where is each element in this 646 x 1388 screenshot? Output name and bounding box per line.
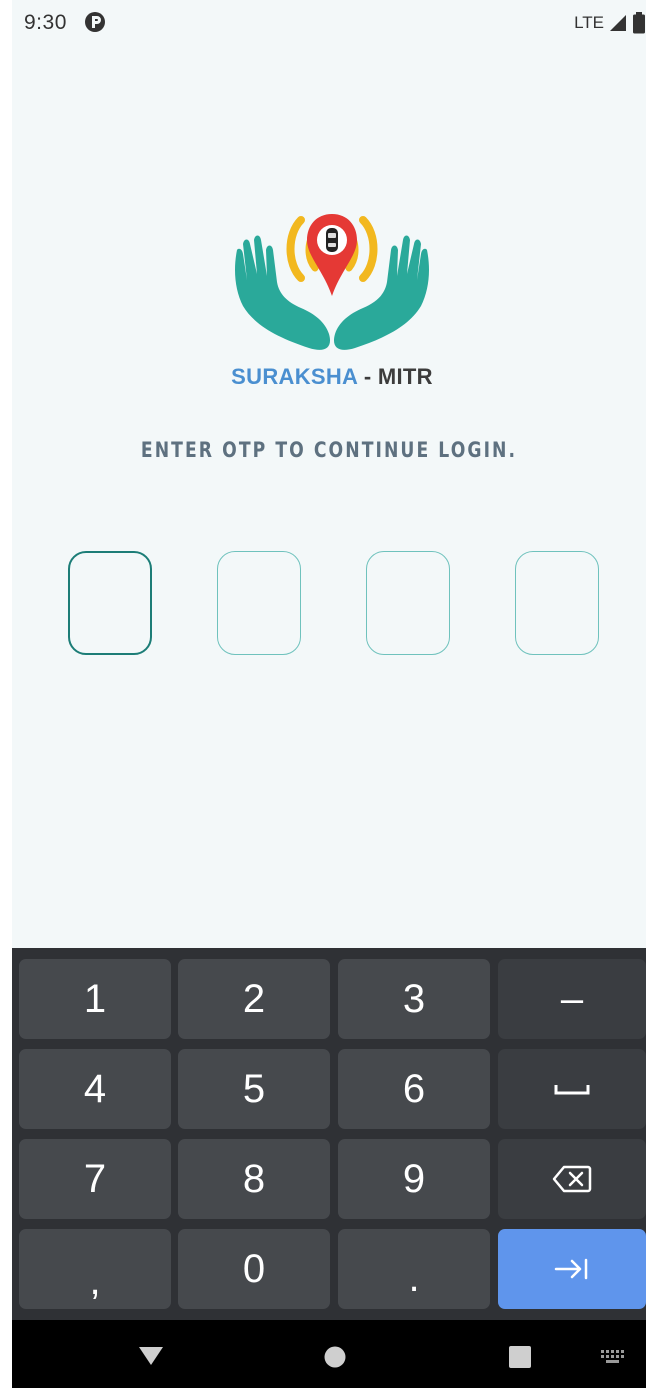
otp-input-row — [12, 551, 646, 657]
app-screen: 9:30 LTE SURAKSHA - MITR ENTER OTP TO CO… — [12, 0, 646, 1388]
key-label: 3 — [402, 976, 426, 1021]
key-label: 0 — [242, 1246, 266, 1291]
key-label: 6 — [402, 1066, 426, 1111]
space-icon — [554, 1085, 590, 1095]
key-comma[interactable]: , — [19, 1229, 171, 1309]
key-label: 1 — [83, 976, 107, 1021]
system-nav-bar — [12, 1320, 646, 1388]
key-4[interactable]: 4 — [19, 1049, 171, 1129]
key-label: , — [89, 1258, 101, 1303]
key-label: . — [408, 1255, 420, 1300]
key-0[interactable]: 0 — [178, 1229, 330, 1309]
back-triangle-icon[interactable] — [138, 1346, 164, 1366]
otp-prompt: ENTER OTP TO CONTINUE LOGIN. — [140, 438, 518, 462]
status-bar: 9:30 LTE — [12, 0, 646, 48]
app-logo: SURAKSHA - MITR — [217, 210, 447, 400]
hands-location-pin-logo — [235, 214, 429, 350]
keyboard-switch-icon[interactable] — [600, 1349, 626, 1365]
key-backspace[interactable] — [498, 1139, 646, 1219]
notification-app-icon — [85, 12, 105, 32]
key-8[interactable]: 8 — [178, 1139, 330, 1219]
key-label: 4 — [83, 1066, 107, 1111]
battery-icon — [633, 12, 645, 34]
key-5[interactable]: 5 — [178, 1049, 330, 1129]
logo-text-suraksha: SURAKSHA — [231, 364, 358, 389]
key-6[interactable]: 6 — [338, 1049, 490, 1129]
key-1[interactable]: 1 — [19, 959, 171, 1039]
key-label: 8 — [242, 1156, 266, 1201]
key-2[interactable]: 2 — [178, 959, 330, 1039]
key-period[interactable]: . — [338, 1229, 490, 1309]
otp-digit-3-input[interactable] — [366, 551, 450, 655]
key-label: – — [560, 976, 584, 1021]
key-dash[interactable]: – — [498, 959, 646, 1039]
key-space[interactable] — [498, 1049, 646, 1129]
otp-digit-2-input[interactable] — [217, 551, 301, 655]
key-label: 9 — [402, 1156, 426, 1201]
backspace-icon — [552, 1165, 592, 1193]
key-9[interactable]: 9 — [338, 1139, 490, 1219]
key-label: 2 — [242, 976, 266, 1021]
home-circle-icon[interactable] — [324, 1346, 346, 1368]
otp-digit-4-input[interactable] — [515, 551, 599, 655]
otp-digit-1-input[interactable] — [68, 551, 152, 655]
key-3[interactable]: 3 — [338, 959, 490, 1039]
network-type: LTE — [574, 13, 604, 32]
next-icon — [554, 1258, 588, 1280]
logo-text-mitr: - MITR — [357, 364, 433, 389]
recents-square-icon[interactable] — [509, 1346, 531, 1368]
status-time: 9:30 — [24, 11, 67, 34]
numeric-keyboard: 1 2 3 – 4 5 6 7 8 9 , 0 . — [12, 948, 646, 1320]
key-7[interactable]: 7 — [19, 1139, 171, 1219]
cell-signal-icon — [610, 15, 626, 31]
key-label: 5 — [242, 1066, 266, 1111]
status-indicators: LTE — [574, 12, 646, 34]
logo-wordmark: SURAKSHA - MITR — [217, 364, 447, 390]
key-next[interactable] — [498, 1229, 646, 1309]
key-label: 7 — [83, 1156, 107, 1201]
